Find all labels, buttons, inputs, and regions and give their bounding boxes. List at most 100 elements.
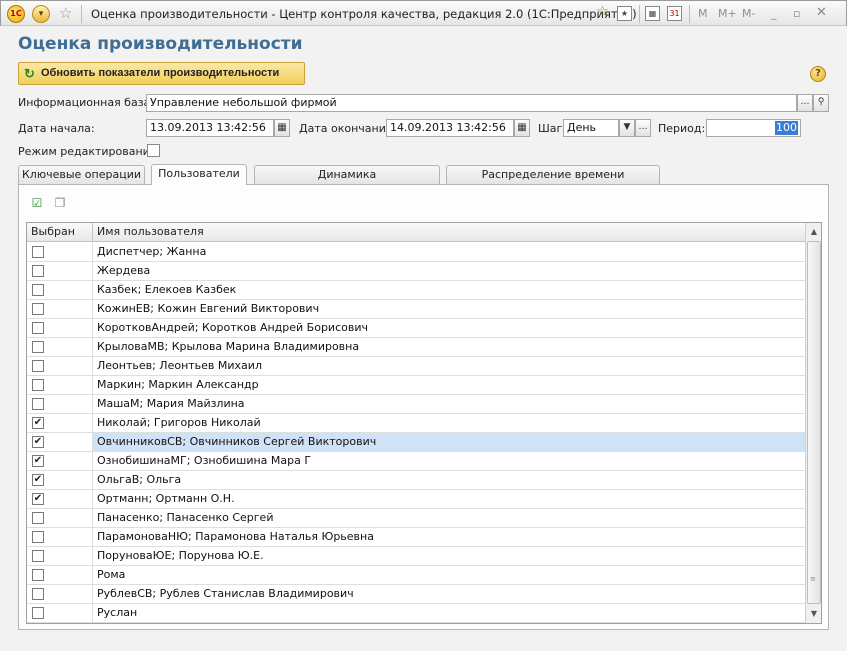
scroll-down-icon[interactable]: ▼ bbox=[806, 605, 821, 623]
tab-key-operations[interactable]: Ключевые операции bbox=[18, 165, 145, 184]
table-row[interactable]: Жердева bbox=[27, 262, 805, 281]
table-row[interactable]: Маркин; Маркин Александр bbox=[27, 376, 805, 395]
row-checkbox[interactable] bbox=[32, 588, 44, 600]
add-favorite-icon[interactable]: ☆ bbox=[595, 5, 610, 21]
start-date-field[interactable]: 13.09.2013 13:42:56 bbox=[146, 119, 274, 137]
row-checkbox[interactable] bbox=[32, 360, 44, 372]
user-name-cell: Казбек; Елекоев Казбек bbox=[97, 283, 237, 296]
scrollbar-grip-icon: ≡ bbox=[810, 575, 816, 583]
edit-mode-checkbox[interactable] bbox=[147, 144, 160, 157]
table-row[interactable]: Казбек; Елекоев Казбек bbox=[27, 281, 805, 300]
step-label: Шаг: bbox=[538, 122, 566, 135]
end-date-label: Дата окончания: bbox=[299, 122, 397, 135]
table-row[interactable]: ✔ ОльгаВ; Ольга bbox=[27, 471, 805, 490]
table-row[interactable]: Диспетчер; Жанна bbox=[27, 243, 805, 262]
table-row[interactable]: ✔ ОвчинниковСВ; Овчинников Сергей Викторо… bbox=[27, 433, 805, 452]
user-name-cell: ОльгаВ; Ольга bbox=[97, 473, 182, 486]
user-name-cell: ПоруноваЮЕ; Порунова Ю.Е. bbox=[97, 549, 264, 562]
user-name-cell: Диспетчер; Жанна bbox=[97, 245, 207, 258]
table-row[interactable]: Леонтьев; Леонтьев Михаил bbox=[27, 357, 805, 376]
row-checkbox[interactable] bbox=[32, 246, 44, 258]
row-checkbox[interactable] bbox=[32, 379, 44, 391]
help-icon[interactable]: ? bbox=[810, 66, 826, 82]
check-all-icon[interactable]: ☑ bbox=[29, 196, 45, 210]
row-checkbox[interactable]: ✔ bbox=[32, 436, 44, 448]
end-calendar-icon[interactable]: ▦ bbox=[514, 119, 530, 137]
app-logo-icon[interactable]: 1С bbox=[7, 5, 25, 23]
main-menu-icon[interactable]: ▾ bbox=[32, 5, 50, 23]
row-checkbox[interactable] bbox=[32, 531, 44, 543]
column-header-selected[interactable]: Выбран bbox=[27, 223, 93, 241]
table-row[interactable]: КоротковАндрей; Коротков Андрей Борисови… bbox=[27, 319, 805, 338]
step-more-button[interactable]: … bbox=[635, 119, 651, 137]
memory-minus-button[interactable]: M- bbox=[742, 7, 755, 20]
table-row[interactable]: Рома bbox=[27, 566, 805, 585]
selected-cell bbox=[27, 281, 93, 299]
row-checkbox[interactable]: ✔ bbox=[32, 474, 44, 486]
selected-cell: ✔ bbox=[27, 490, 93, 508]
row-checkbox[interactable]: ✔ bbox=[32, 417, 44, 429]
row-checkbox[interactable] bbox=[32, 398, 44, 410]
table-row[interactable]: ✔ Ортманн; Ортманн О.Н. bbox=[27, 490, 805, 509]
selected-cell bbox=[27, 585, 93, 603]
row-checkbox[interactable] bbox=[32, 512, 44, 524]
memory-plus-button[interactable]: M+ bbox=[718, 7, 737, 20]
table-row[interactable]: Панасенко; Панасенко Сергей bbox=[27, 509, 805, 528]
column-header-user-name[interactable]: Имя пользователя bbox=[93, 223, 805, 241]
scrollbar-thumb[interactable] bbox=[807, 241, 821, 604]
selected-cell: ✔ bbox=[27, 433, 93, 451]
row-checkbox[interactable]: ✔ bbox=[32, 455, 44, 467]
table-row[interactable]: МашаМ; Мария Майзлина bbox=[27, 395, 805, 414]
selected-cell bbox=[27, 604, 93, 622]
period-field[interactable]: 100 bbox=[706, 119, 801, 137]
scroll-up-icon[interactable]: ▲ bbox=[806, 223, 821, 241]
table-row[interactable]: ПарамоноваНЮ; Парамонова Наталья Юрьевна bbox=[27, 528, 805, 547]
row-checkbox[interactable] bbox=[32, 284, 44, 296]
refresh-metrics-button[interactable]: ↻ Обновить показатели производительности bbox=[18, 62, 305, 85]
table-row[interactable]: Руслан bbox=[27, 604, 805, 623]
row-checkbox[interactable] bbox=[32, 341, 44, 353]
table-row[interactable]: КожинЕВ; Кожин Евгений Викторович bbox=[27, 300, 805, 319]
search-icon[interactable]: ⚲ bbox=[813, 94, 829, 112]
tab-users[interactable]: Пользователи bbox=[151, 164, 247, 185]
edit-mode-label: Режим редактирования: bbox=[18, 145, 161, 158]
end-date-field[interactable]: 14.09.2013 13:42:56 bbox=[386, 119, 514, 137]
start-calendar-icon[interactable]: ▦ bbox=[274, 119, 290, 137]
user-name-cell: Рома bbox=[97, 568, 126, 581]
row-checkbox[interactable] bbox=[32, 265, 44, 277]
row-checkbox[interactable] bbox=[32, 303, 44, 315]
chevron-down-icon[interactable]: ▼ bbox=[619, 119, 635, 137]
titlebar-separator bbox=[81, 5, 82, 23]
table-row[interactable]: РублевСВ; Рублев Станислав Владимирович bbox=[27, 585, 805, 604]
user-name-cell: КожинЕВ; Кожин Евгений Викторович bbox=[97, 302, 320, 315]
calendar-icon[interactable]: 31 bbox=[667, 6, 682, 21]
calculator-icon[interactable]: ▦ bbox=[645, 6, 660, 21]
selected-cell bbox=[27, 376, 93, 394]
user-name-cell: ОзнобишинаМГ; Ознобишина Мара Г bbox=[97, 454, 312, 467]
tab-execution-time-distribution[interactable]: Распределение времени выполнения bbox=[446, 165, 660, 199]
close-icon[interactable]: ✕ bbox=[816, 5, 827, 20]
table-row[interactable]: ✔ ОзнобишинаМГ; Ознобишина Мара Г bbox=[27, 452, 805, 471]
infobase-select-button[interactable]: … bbox=[797, 94, 813, 112]
selected-cell bbox=[27, 509, 93, 527]
table-row[interactable]: КрыловаМВ; Крылова Марина Владимировна bbox=[27, 338, 805, 357]
step-select[interactable]: День bbox=[563, 119, 619, 137]
row-checkbox[interactable] bbox=[32, 322, 44, 334]
selected-cell: ✔ bbox=[27, 414, 93, 432]
favorites-star-icon[interactable]: ☆ bbox=[59, 4, 72, 22]
bookmark-icon[interactable]: ★ bbox=[617, 6, 632, 21]
user-name-cell: Николай; Григоров Николай bbox=[97, 416, 261, 429]
memory-m-button[interactable]: M bbox=[698, 7, 708, 20]
table-row[interactable]: ✔ Николай; Григоров Николай bbox=[27, 414, 805, 433]
maximize-icon[interactable]: ▫ bbox=[793, 7, 800, 20]
table-row[interactable]: ПоруноваЮЕ; Порунова Ю.Е. bbox=[27, 547, 805, 566]
minimize-icon[interactable]: _ bbox=[771, 7, 777, 20]
vertical-scrollbar[interactable]: ▲ ≡ ▼ bbox=[805, 223, 821, 623]
row-checkbox[interactable] bbox=[32, 550, 44, 562]
row-checkbox[interactable] bbox=[32, 569, 44, 581]
row-checkbox[interactable]: ✔ bbox=[32, 493, 44, 505]
row-checkbox[interactable] bbox=[32, 607, 44, 619]
infobase-field[interactable]: Управление небольшой фирмой bbox=[146, 94, 797, 112]
uncheck-all-icon[interactable]: ❐ bbox=[52, 196, 68, 210]
tab-performance-dynamics[interactable]: Динамика производительности bbox=[254, 165, 440, 199]
